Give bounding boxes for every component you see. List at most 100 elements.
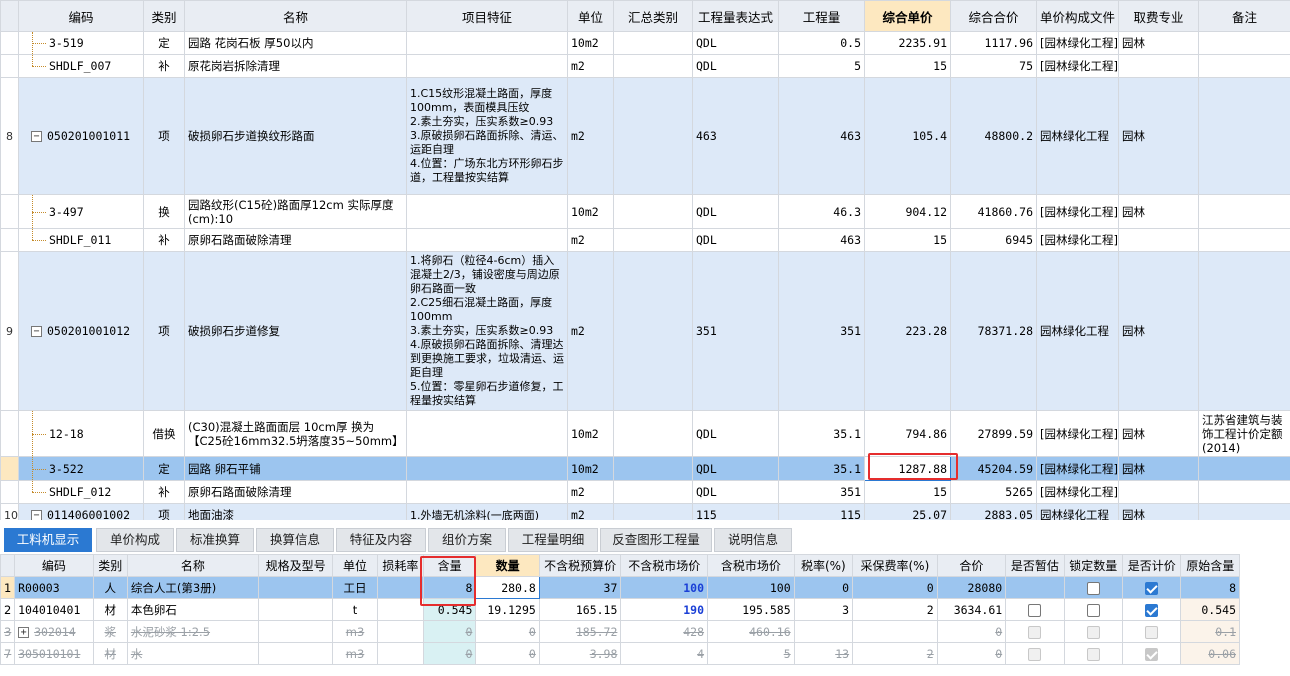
cell-category[interactable]: 项: [143, 77, 185, 195]
cell-total-price[interactable]: 6945: [950, 228, 1037, 252]
cell-code[interactable]: −050201001011: [18, 77, 144, 195]
cell-feature[interactable]: 1.将卵石（粒径4-6cm）插入混凝土2/3，铺设密度与周边原卵石路面一致 2.…: [406, 251, 568, 411]
cell-is-estimate[interactable]: [1005, 576, 1065, 599]
cell-content[interactable]: 8: [422, 576, 477, 599]
collapse-icon[interactable]: −: [31, 510, 42, 520]
cell-fee-major[interactable]: [1118, 228, 1199, 252]
cell-name[interactable]: 破损卵石步道换纹形路面: [184, 77, 407, 195]
col-total[interactable]: 合价: [936, 554, 1007, 577]
cell-content[interactable]: 0.545: [422, 598, 477, 621]
cell-unit[interactable]: 10m2: [567, 31, 614, 55]
col-remark[interactable]: 备注: [1198, 0, 1290, 32]
cell-fee-major[interactable]: 园林: [1118, 410, 1199, 457]
cell-expr[interactable]: QDL: [692, 31, 779, 55]
cell-category[interactable]: 补: [143, 480, 185, 504]
cell-tax-rate[interactable]: 3: [793, 598, 854, 621]
cell-name[interactable]: 原卵石路面破除清理: [184, 228, 407, 252]
resource-row[interactable]: 2 104010401 材 本色卵石 t 0.545 19.1295 165.1…: [0, 598, 1240, 621]
cell-name[interactable]: 园路 花岗石板 厚50以内: [184, 31, 407, 55]
cell-category[interactable]: 浆: [92, 620, 128, 643]
cell-name[interactable]: 本色卵石: [126, 598, 259, 621]
cell-price-file[interactable]: 园林绿化工程: [1036, 251, 1119, 411]
expand-icon[interactable]: +: [18, 626, 30, 638]
cell-code[interactable]: 3-519: [18, 31, 144, 55]
lock-checkbox[interactable]: [1086, 581, 1100, 595]
col-name[interactable]: 名称: [126, 554, 259, 577]
cell-remark[interactable]: [1198, 194, 1290, 229]
cell-is-priced[interactable]: [1122, 642, 1182, 665]
col-market-price-ex-tax[interactable]: 不含税市场价: [620, 554, 709, 577]
resource-row-selected[interactable]: 1 R00003 人 综合人工(第3册) 工日 8 280.8 37 100 1…: [0, 576, 1240, 599]
cell-remark[interactable]: [1198, 456, 1290, 481]
tab-conversion-info[interactable]: 换算信息: [256, 528, 334, 552]
cell-fee-major[interactable]: 园林: [1118, 251, 1199, 411]
cell-unit-price[interactable]: 15: [864, 480, 951, 504]
col-market-price-in-tax[interactable]: 含税市场价: [707, 554, 795, 577]
cell-tax-rate[interactable]: 13: [793, 642, 854, 665]
cell-loss-rate[interactable]: [376, 598, 425, 621]
col-unit[interactable]: 单位: [567, 0, 614, 32]
cell-unit-price[interactable]: 794.86: [864, 410, 951, 457]
cell-loss-rate[interactable]: [376, 620, 425, 643]
cell-category[interactable]: 借换: [143, 410, 185, 457]
cell-summary-cat[interactable]: [613, 54, 693, 78]
cell-expr[interactable]: 351: [692, 251, 779, 411]
cell-summary-cat[interactable]: [613, 194, 693, 229]
table-row-selected[interactable]: 3-522 定 园路 卵石平铺 10m2 QDL 35.1 1287.88 45…: [0, 456, 1290, 481]
cell-qty[interactable]: 0.5: [778, 31, 865, 55]
cell-total-price[interactable]: 45204.59: [950, 456, 1037, 481]
table-row[interactable]: 9 −050201001012 项 破损卵石步道修复 1.将卵石（粒径4-6cm…: [0, 251, 1290, 411]
cell-qty[interactable]: 115: [778, 503, 865, 520]
cell-name[interactable]: 水: [126, 642, 259, 665]
cell-total-price[interactable]: 1117.96: [950, 31, 1037, 55]
cell-is-estimate[interactable]: [1005, 642, 1065, 665]
cell-code[interactable]: SHDLF_012: [18, 480, 144, 504]
cell-remark[interactable]: 江苏省建筑与装饰工程计价定额(2014): [1198, 410, 1290, 457]
cell-unit[interactable]: t: [332, 598, 378, 621]
cell-budget-price[interactable]: 3.98: [538, 642, 622, 665]
cell-unit[interactable]: m2: [567, 54, 614, 78]
cell-expr[interactable]: QDL: [692, 228, 779, 252]
cell-unit[interactable]: m2: [567, 251, 614, 411]
priced-checkbox[interactable]: [1145, 581, 1159, 595]
col-name[interactable]: 名称: [184, 0, 407, 32]
col-qty[interactable]: 工程量: [778, 0, 865, 32]
cell-feature[interactable]: 1.C15纹形混凝土路面，厚度100mm，表面模具压纹 2.素土夯实，压实系数≥…: [406, 77, 568, 195]
cell-name[interactable]: 地面油漆: [184, 503, 407, 520]
col-unit[interactable]: 单位: [332, 554, 378, 577]
cell-tax-rate[interactable]: [793, 620, 854, 643]
cell-original-content[interactable]: 8: [1180, 576, 1240, 599]
cell-price-file[interactable]: [园林绿化工程]: [1036, 54, 1119, 78]
col-fee-major[interactable]: 取费专业: [1118, 0, 1199, 32]
cell-unit[interactable]: m3: [332, 620, 378, 643]
tab-features-content[interactable]: 特征及内容: [336, 528, 426, 552]
cell-original-content[interactable]: 0.06: [1180, 642, 1240, 665]
table-row[interactable]: 12-18 借换 (C30)混凝土路面面层 10cm厚 换为【C25砼16mm3…: [0, 410, 1290, 457]
cell-original-content[interactable]: 0.1: [1180, 620, 1240, 643]
tab-labor-material-machine[interactable]: 工料机显示: [4, 528, 92, 552]
cell-unit-price[interactable]: 223.28: [864, 251, 951, 411]
cell-spec[interactable]: [257, 620, 334, 643]
cell-unit-price[interactable]: 904.12: [864, 194, 951, 229]
cell-summary-cat[interactable]: [613, 410, 693, 457]
cell-remark[interactable]: [1198, 480, 1290, 504]
cell-market-price-in[interactable]: 195.585: [707, 598, 795, 621]
priced-checkbox[interactable]: [1145, 603, 1159, 617]
cell-budget-price[interactable]: 185.72: [538, 620, 622, 643]
cell-lock-quantity[interactable]: [1063, 598, 1124, 621]
cell-price-file[interactable]: [园林绿化工程]: [1036, 31, 1119, 55]
cell-remark[interactable]: [1198, 31, 1290, 55]
cell-quantity[interactable]: 19.1295: [475, 598, 540, 621]
cell-code[interactable]: R00003: [14, 576, 94, 599]
cell-unit-price[interactable]: 15: [864, 228, 951, 252]
cell-code[interactable]: SHDLF_007: [18, 54, 144, 78]
col-content[interactable]: 含量: [422, 554, 477, 577]
cell-market-price-ex[interactable]: 4: [620, 642, 709, 665]
cell-market-price-ex[interactable]: 190: [620, 598, 709, 621]
cell-market-price-in[interactable]: 460.16: [707, 620, 795, 643]
cell-feature[interactable]: [406, 194, 568, 229]
cell-unit[interactable]: m3: [332, 642, 378, 665]
cell-qty[interactable]: 463: [778, 228, 865, 252]
cell-code[interactable]: −050201001012: [18, 251, 144, 411]
cell-quantity[interactable]: 0: [475, 642, 540, 665]
